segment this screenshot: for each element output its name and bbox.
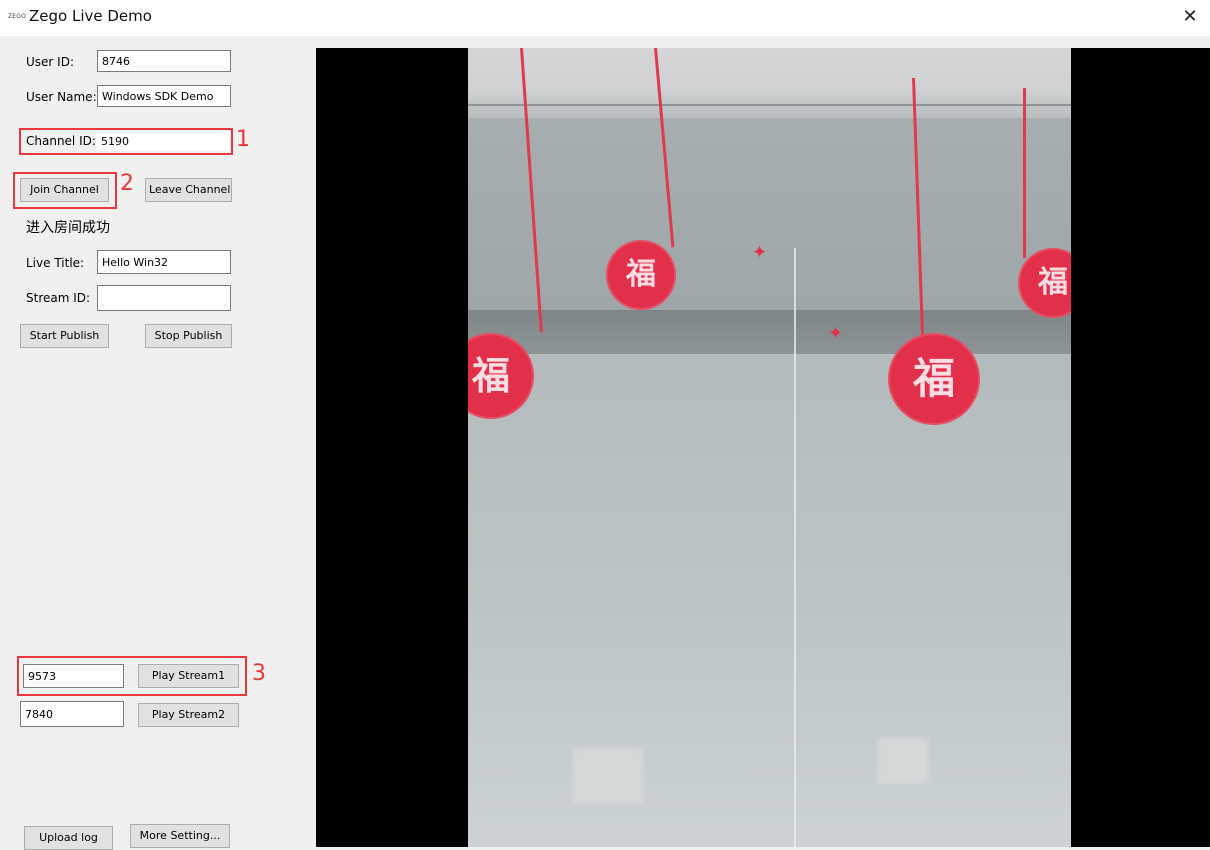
annotation-marker-2: 2 bbox=[120, 171, 134, 196]
stop-publish-button[interactable]: Stop Publish bbox=[145, 324, 232, 348]
live-title-input[interactable] bbox=[97, 250, 231, 274]
channel-id-label: Channel ID: bbox=[26, 134, 96, 148]
window-title: Zego Live Demo bbox=[29, 7, 152, 25]
stream-id-input[interactable] bbox=[97, 285, 231, 311]
user-id-label: User ID: bbox=[26, 55, 74, 69]
upload-log-button[interactable]: Upload log bbox=[24, 826, 113, 850]
control-panel: User ID: User Name: Channel ID: Join Cha… bbox=[0, 36, 315, 850]
fu-ornament: 福 bbox=[888, 333, 980, 425]
sparkle-decoration: ✦ bbox=[828, 323, 844, 344]
user-id-input[interactable] bbox=[97, 50, 231, 72]
video-glass-wall bbox=[468, 354, 1071, 847]
video-ceiling-line bbox=[468, 104, 1071, 106]
play-stream1-button[interactable]: Play Stream1 bbox=[138, 664, 239, 688]
video-ceiling bbox=[468, 48, 1071, 118]
leave-channel-button[interactable]: Leave Channel bbox=[145, 178, 232, 202]
video-blur-shape bbox=[573, 748, 643, 803]
fu-ornament: 福 bbox=[606, 240, 676, 310]
zego-logo-icon: ZEGO bbox=[8, 13, 27, 20]
ornament-string bbox=[1023, 88, 1026, 258]
video-glass-seam bbox=[794, 248, 796, 847]
play-stream2-button[interactable]: Play Stream2 bbox=[138, 703, 239, 727]
user-name-input[interactable] bbox=[97, 85, 231, 107]
stream2-id-input[interactable] bbox=[20, 701, 124, 727]
more-setting-button[interactable]: More Setting... bbox=[130, 824, 230, 848]
sparkle-decoration: ✦ bbox=[752, 242, 768, 263]
video-frame: 福 福 福 福 ✦ ✦ bbox=[468, 48, 1071, 847]
close-icon[interactable]: ✕ bbox=[1170, 0, 1210, 34]
live-title-label: Live Title: bbox=[26, 256, 85, 270]
user-name-label: User Name: bbox=[26, 90, 97, 104]
start-publish-button[interactable]: Start Publish bbox=[20, 324, 109, 348]
join-channel-button[interactable]: Join Channel bbox=[20, 178, 109, 202]
video-preview: 福 福 福 福 ✦ ✦ bbox=[316, 48, 1210, 847]
video-upper-wall bbox=[468, 118, 1071, 318]
annotation-marker-3: 3 bbox=[252, 661, 266, 686]
stream1-id-input[interactable] bbox=[23, 664, 124, 688]
video-blur-shape bbox=[878, 738, 928, 783]
video-beam bbox=[468, 310, 1071, 354]
title-bar: ZEGO Zego Live Demo ✕ bbox=[0, 0, 1210, 36]
channel-id-input[interactable] bbox=[96, 131, 230, 151]
annotation-marker-1: 1 bbox=[236, 127, 250, 152]
stream-id-label: Stream ID: bbox=[26, 291, 91, 305]
join-status-text: 进入房间成功 bbox=[26, 220, 110, 236]
